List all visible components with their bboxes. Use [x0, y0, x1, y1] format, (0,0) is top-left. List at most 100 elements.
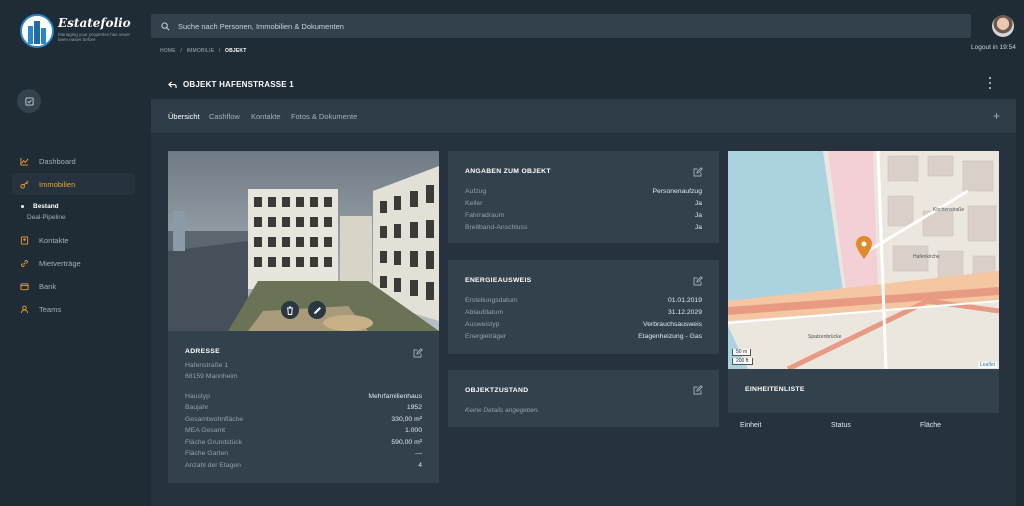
nav-item-immobilien[interactable]: Immobilien: [12, 173, 135, 195]
nav-item-teams[interactable]: Teams: [12, 298, 135, 320]
row-value: 01.01.2019: [667, 297, 702, 304]
row-key: Keller: [465, 200, 483, 207]
search-input[interactable]: [178, 21, 878, 31]
info-row: Ausweistyp Verbrauchsausweis: [465, 321, 702, 332]
object-details-card: ANGABEN ZUM OBJEKT Aufzug Personenaufzug …: [448, 151, 719, 243]
info-row: Energieträger Etagenheizung - Gas: [465, 333, 702, 344]
row-key: Haustyp: [185, 393, 210, 400]
delete-photo-button[interactable]: [281, 301, 299, 319]
row-value: 1.000: [404, 427, 422, 434]
row-value: —: [415, 450, 422, 457]
svg-text:Hafenkirche: Hafenkirche: [913, 254, 940, 260]
row-value: Personenaufzug: [652, 188, 702, 195]
nav-sub-label: Deal-Pipeline: [27, 214, 66, 221]
nav-item-kontakte[interactable]: Kontakte: [12, 229, 135, 251]
tab-cashflow[interactable]: Cashflow: [209, 112, 240, 121]
nav-item-mietvertraege[interactable]: Mietverträge: [12, 252, 135, 274]
column-header-status[interactable]: Status: [831, 422, 851, 429]
nav-item-label: Kontakte: [39, 235, 69, 245]
breadcrumb-separator: /: [218, 48, 221, 54]
add-icon[interactable]: +: [993, 109, 1000, 123]
tab-uebersicht[interactable]: Übersicht: [168, 112, 200, 121]
more-options-button[interactable]: [987, 77, 993, 89]
row-value: Ja: [694, 224, 702, 231]
tab-fotos-dokumente[interactable]: Fotos & Dokumente: [291, 112, 357, 121]
map-tiles: Kirchenstraße Hafenkirche Spatzenbrücke: [728, 151, 999, 369]
energy-title: ENERGIEAUSWEIS: [465, 277, 532, 284]
nav-sub-bestand[interactable]: Bestand: [12, 201, 135, 212]
address-street: Hafenstraße 1: [185, 362, 229, 369]
info-row: Baujahr 1952: [185, 404, 422, 415]
column-header-area[interactable]: Fläche: [920, 422, 941, 429]
checkbox-icon: [24, 96, 34, 106]
contacts-icon: [20, 235, 29, 245]
page-title-text: OBJEKT HAFENSTRASSE 1: [183, 80, 294, 89]
map-scale-meters: 50 m: [732, 349, 752, 356]
units-title: EINHEITENLISTE: [745, 386, 805, 393]
details-title: ANGABEN ZUM OBJEKT: [465, 168, 551, 175]
column-header-unit[interactable]: Einheit: [740, 422, 761, 429]
main-nav: Dashboard Immobilien Bestand Deal-Pipeli…: [12, 150, 135, 321]
app-logo[interactable]: Estatefolio Managing your properties has…: [20, 14, 140, 50]
nav-item-label: Bank: [39, 281, 57, 291]
edit-icon[interactable]: [693, 276, 703, 286]
edit-icon[interactable]: [693, 385, 703, 395]
nav-item-label: Dashboard: [39, 156, 76, 166]
avatar[interactable]: [992, 15, 1014, 37]
row-value: Ja: [694, 212, 702, 219]
row-key: Ausweistyp: [465, 321, 500, 328]
condition-empty-text: Keine Details angegeben.: [465, 407, 540, 414]
object-condition-card: OBJEKTZUSTAND Keine Details angegeben.: [448, 370, 719, 427]
back-arrow-icon[interactable]: [168, 80, 177, 89]
property-image: [168, 151, 439, 331]
nav-item-label: Immobilien: [39, 179, 76, 189]
row-value: Ja: [694, 200, 702, 207]
breadcrumb-section[interactable]: IMMOBILIE: [187, 48, 215, 54]
nav-sub-label: Bestand: [33, 203, 59, 210]
row-key: Gesamtwohnfläche: [185, 416, 244, 423]
property-photo[interactable]: [168, 151, 439, 331]
logo-icon: [20, 14, 54, 48]
location-map[interactable]: Kirchenstraße Hafenkirche Spatzenbrücke …: [728, 151, 999, 369]
info-row: Erstellungsdatum 01.01.2019: [465, 297, 702, 308]
search-icon: [161, 21, 170, 30]
app-tagline: Managing your properties has never been …: [58, 32, 131, 42]
info-row: Fahrradraum Ja: [465, 212, 702, 223]
edit-icon[interactable]: [413, 348, 423, 358]
address-city: 68159 Mannheim: [185, 373, 238, 380]
condition-title: OBJEKTZUSTAND: [465, 387, 529, 394]
map-scale-feet: 200 ft: [732, 358, 753, 365]
row-key: Fläche Garten: [185, 450, 229, 457]
map-attribution[interactable]: Leaflet: [977, 362, 997, 368]
info-row: Gesamtwohnfläche 330,00 m²: [185, 416, 422, 427]
tab-kontakte[interactable]: Kontakte: [251, 112, 281, 121]
nav-item-bank[interactable]: Bank: [12, 275, 135, 297]
wallet-icon: [20, 282, 29, 290]
global-search[interactable]: [151, 14, 971, 38]
key-icon: [20, 180, 29, 189]
logout-timer[interactable]: Logout in 19:54: [971, 44, 1016, 51]
info-row: Keller Ja: [465, 200, 702, 211]
row-key: Aufzug: [465, 188, 487, 195]
units-table-header: Einheit Status Fläche: [728, 413, 999, 438]
page-title: OBJEKT HAFENSTRASSE 1: [168, 80, 294, 89]
edit-icon[interactable]: [693, 167, 703, 177]
row-key: MEA Gesamt: [185, 427, 226, 434]
users-icon: [20, 305, 29, 313]
tasks-button[interactable]: [17, 89, 41, 113]
row-value: 31.12.2029: [667, 309, 702, 316]
edit-photo-button[interactable]: [308, 301, 326, 319]
sidebar: Estatefolio Managing your properties has…: [0, 0, 151, 506]
row-key: Ablaufdatum: [465, 309, 504, 316]
row-value: 1952: [406, 404, 422, 411]
breadcrumb-separator: /: [180, 48, 182, 54]
row-key: Baujahr: [185, 404, 209, 411]
link-icon: [21, 259, 28, 267]
info-row: Fläche Garten —: [185, 450, 422, 461]
row-value: 330,00 m²: [391, 416, 422, 423]
breadcrumb-home[interactable]: HOME: [160, 48, 176, 54]
row-value: 590,00 m²: [391, 439, 422, 446]
nav-item-dashboard[interactable]: Dashboard: [12, 150, 135, 172]
energy-certificate-card: ENERGIEAUSWEIS Erstellungsdatum 01.01.201…: [448, 260, 719, 354]
nav-sub-deal-pipeline[interactable]: Deal-Pipeline: [12, 212, 135, 223]
